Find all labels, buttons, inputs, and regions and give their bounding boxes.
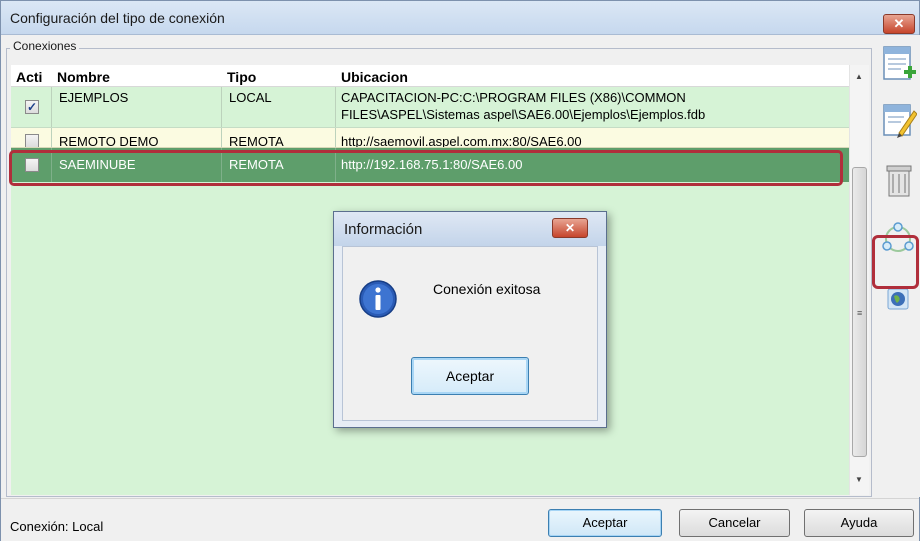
table-row[interactable]: REMOTO DEMO REMOTA http://saemovil.aspel… [11,128,849,148]
table-row[interactable]: ✓ EJEMPLOS LOCAL CAPACITACION-PC:C:\PROG… [11,87,849,128]
dialog-title: Información [344,221,423,238]
grid-vertical-scrollbar[interactable]: ▲ ≡ ▼ [849,65,869,495]
dialog-message: Conexión exitosa [433,281,541,297]
delete-connection-icon [886,165,912,197]
connection-status-text: Conexión: Local [10,519,104,534]
scroll-up-icon[interactable]: ▲ [855,72,863,81]
column-divider [335,87,336,127]
column-header-tipo[interactable]: Tipo [227,69,256,85]
info-icon [359,280,397,318]
column-header-nombre[interactable]: Nombre [57,69,110,85]
information-dialog: Información ✕ Conexión exitosa Aceptar [333,211,607,428]
cell-ubicacion-line1: CAPACITACION-PC:C:\PROGRAM FILES (X86)\C… [341,90,686,105]
cell-nombre: EJEMPLOS [59,90,129,105]
column-header-ubicacion[interactable]: Ubicacion [341,69,408,85]
selected-tool-highlight [872,235,919,289]
add-connection-icon [883,46,916,80]
scroll-thumb[interactable]: ≡ [852,167,867,457]
active-checkbox[interactable] [25,134,39,147]
column-divider [335,128,336,147]
window-title: Configuración del tipo de conexión [10,10,225,26]
column-divider [51,87,52,127]
active-checkbox[interactable]: ✓ [25,100,39,114]
connections-group-label: Conexiones [10,39,80,53]
column-divider [221,87,222,127]
cell-nombre: REMOTO DEMO [59,134,159,148]
grid-header: Acti Nombre Tipo Ubicacion [11,65,849,87]
cell-ubicacion-line2: FILES\ASPEL\Sistemas aspel\SAE6.00\Ejemp… [341,107,706,122]
cancel-button[interactable]: Cancelar [679,509,790,537]
scroll-grip-icon: ≡ [857,308,863,318]
title-bar: Configuración del tipo de conexión ✕ [1,1,919,35]
column-divider [221,128,222,147]
accept-button[interactable]: Aceptar [548,509,662,537]
dialog-body: Conexión exitosa Aceptar [342,246,598,421]
column-divider [51,128,52,147]
dialog-close-button[interactable]: ✕ [552,218,588,238]
column-header-active[interactable]: Acti [16,69,42,85]
edit-connection-button[interactable] [879,99,918,139]
dialog-ok-button[interactable]: Aceptar [411,357,529,395]
edit-connection-icon [883,104,918,138]
scroll-down-icon[interactable]: ▼ [855,475,863,484]
add-connection-button[interactable] [879,43,917,83]
help-button[interactable]: Ayuda [804,509,914,537]
selected-row-highlight [9,150,843,186]
cell-ubicacion: http://saemovil.aspel.com.mx:80/SAE6.00 [341,134,582,148]
dialog-title-bar: Información ✕ [334,212,606,246]
window-close-button[interactable]: ✕ [883,14,915,34]
cell-tipo: LOCAL [229,90,272,105]
cell-tipo: REMOTA [229,134,284,148]
delete-connection-button[interactable] [879,159,917,199]
